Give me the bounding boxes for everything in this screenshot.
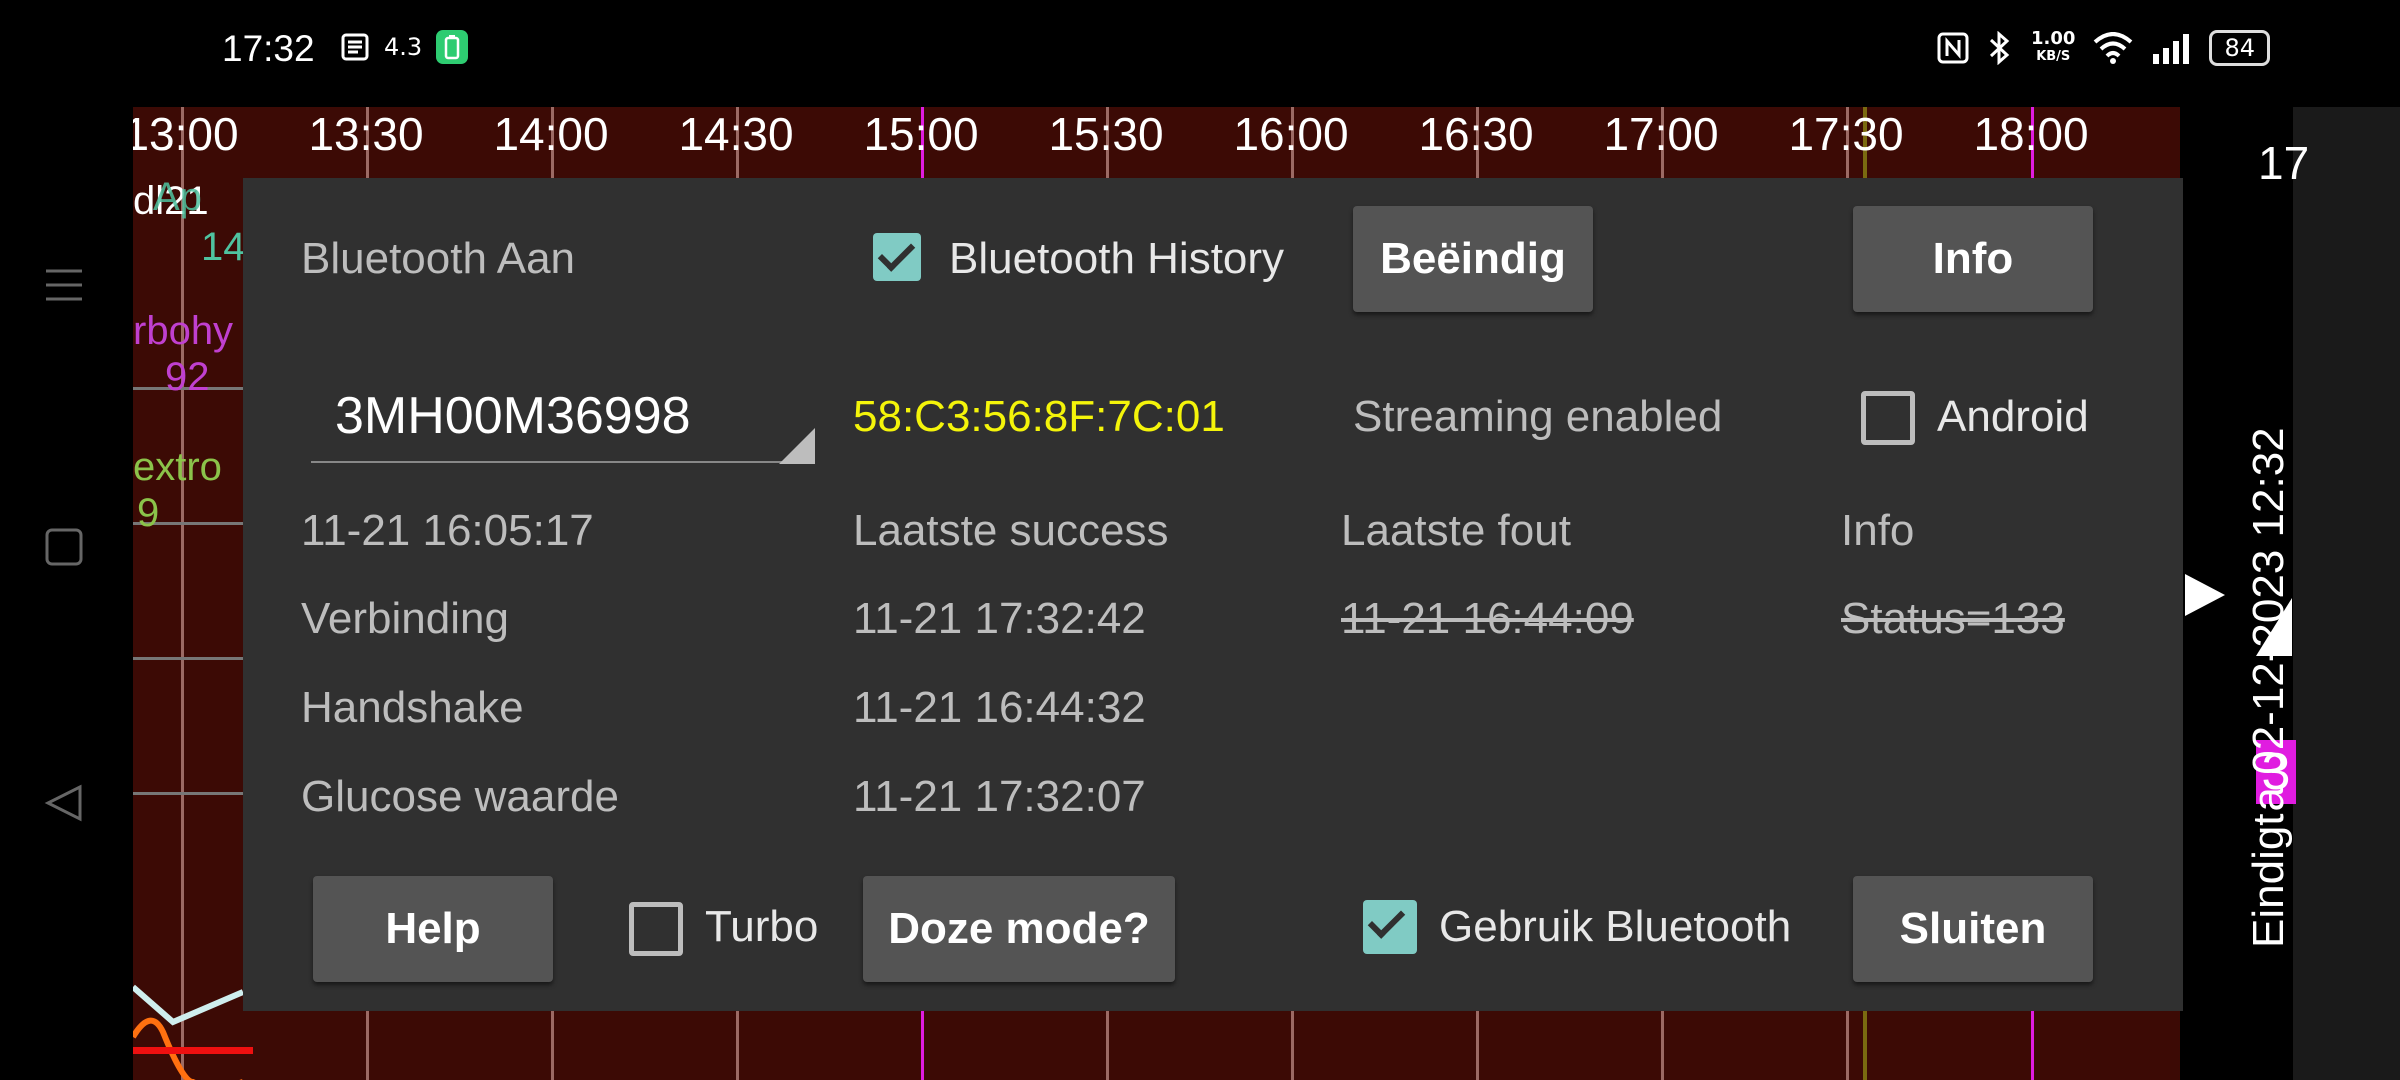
legend-carbohydrates-value: 92: [165, 355, 210, 399]
use-bluetooth-label[interactable]: Gebruik Bluetooth: [1439, 902, 1791, 952]
legend-dextro: extro: [133, 445, 222, 489]
turbo-label[interactable]: Turbo: [705, 902, 818, 952]
bluetooth-icon: [1990, 31, 2010, 65]
low-threshold-line: [133, 1047, 253, 1054]
mac-address: 58:C3:56:8F:7C:01: [853, 392, 1225, 441]
right-side-panel: [2293, 107, 2400, 1080]
bluetooth-dialog: Bluetooth Aan Bluetooth History Beëindig…: [243, 178, 2183, 1011]
net-speed-unit: KB/S: [2036, 49, 2071, 64]
status-bar: 17:32 4.3 1.00 KB/S 84: [0, 0, 2400, 107]
row-label-glucose: Glucose waarde: [301, 772, 619, 821]
row-info-connection: Status=133: [1841, 594, 2065, 643]
legend-line1-value: 14: [201, 225, 246, 269]
android-checkbox[interactable]: [1861, 391, 1915, 445]
net-speed-value: 1.00: [2031, 28, 2076, 49]
grid-hline: [133, 792, 253, 795]
bluetooth-history-label[interactable]: Bluetooth History: [949, 234, 1284, 284]
streaming-status: Streaming enabled: [1353, 392, 1723, 441]
time-label: 14:30: [678, 108, 794, 160]
time-label: 13:30: [308, 108, 424, 160]
status-time: 17:32: [222, 28, 315, 69]
bluetooth-history-checkbox[interactable]: [873, 233, 921, 281]
legend-carbohydrates: rbohy: [133, 309, 234, 353]
play-arrow-icon[interactable]: [2183, 572, 2227, 618]
wifi-icon: [2094, 32, 2133, 64]
time-axis: 13:00 13:30 14:00 14:30 15:00 15:30 16:0…: [133, 107, 2293, 187]
dropdown-arrow-icon[interactable]: [779, 428, 815, 464]
time-label: 17:00: [1603, 108, 1719, 160]
row-label-handshake: Handshake: [301, 683, 524, 732]
time-label: 13:00: [133, 108, 239, 160]
status-icon-text: 4.3: [384, 33, 423, 61]
time-label: 16:30: [1418, 108, 1534, 160]
menu-icon[interactable]: [44, 265, 84, 315]
status-left-icons: 4.3: [340, 30, 469, 64]
col-last-success: Laatste success: [853, 506, 1169, 555]
notes-icon: [341, 33, 369, 61]
sensor-select[interactable]: 3MH00M36998: [335, 386, 691, 446]
row-error-connection: 11-21 16:44:09: [1341, 594, 1634, 643]
use-bluetooth-checkbox[interactable]: [1363, 900, 1417, 954]
row-success-glucose: 11-21 17:32:07: [853, 772, 1146, 821]
home-icon[interactable]: [44, 527, 84, 577]
time-label: 17:30: [1788, 108, 1904, 160]
bluetooth-status: Bluetooth Aan: [301, 234, 576, 283]
legend-dextro-value: 9: [137, 491, 160, 535]
close-button[interactable]: Sluiten: [1853, 876, 2093, 982]
battery-indicator: 84: [2209, 30, 2270, 66]
legend-line1-overlay: Ap: [153, 175, 202, 219]
col-last-error: Laatste fout: [1341, 506, 1571, 555]
sensor-end-vertical-text: Eindigta 02-12-2023 12:32: [2244, 348, 2294, 948]
grid-hline: [133, 657, 253, 660]
status-right-icons: 1.00 KB/S 84: [1937, 30, 2270, 66]
time-label: 15:30: [1048, 108, 1164, 160]
help-button[interactable]: Help: [313, 876, 553, 982]
navigation-strip: [0, 107, 133, 1080]
row-label-connection: Verbinding: [301, 594, 509, 643]
time-label: 14:00: [493, 108, 609, 160]
sensor-select-underline: [311, 461, 811, 463]
battery-saver-icon: [436, 30, 469, 64]
android-label[interactable]: Android: [1937, 392, 2089, 442]
time-label: 18:00: [1973, 108, 2089, 160]
vertical-text-part2: a 02-12-2023 12:32: [2244, 427, 2293, 812]
end-button[interactable]: Beëindig: [1353, 206, 1593, 312]
right-time-label: 17: [2258, 137, 2310, 189]
back-icon[interactable]: [44, 783, 84, 833]
info-button[interactable]: Info: [1853, 206, 2093, 312]
row-success-handshake: 11-21 16:44:32: [853, 683, 1146, 732]
last-timestamp: 11-21 16:05:17: [301, 506, 594, 555]
turbo-checkbox[interactable]: [629, 902, 683, 956]
row-success-connection: 11-21 17:32:42: [853, 594, 1146, 643]
time-label: 15:00: [863, 108, 979, 160]
col-info: Info: [1841, 506, 1915, 555]
vertical-text-part1: Eindigt: [2244, 813, 2293, 948]
time-label: 16:00: [1233, 108, 1349, 160]
doze-mode-button[interactable]: Doze mode?: [863, 876, 1175, 982]
signal-icon: [2153, 34, 2190, 64]
nfc-icon: [1937, 32, 1969, 64]
net-speed: 1.00 KB/S: [2031, 30, 2075, 66]
